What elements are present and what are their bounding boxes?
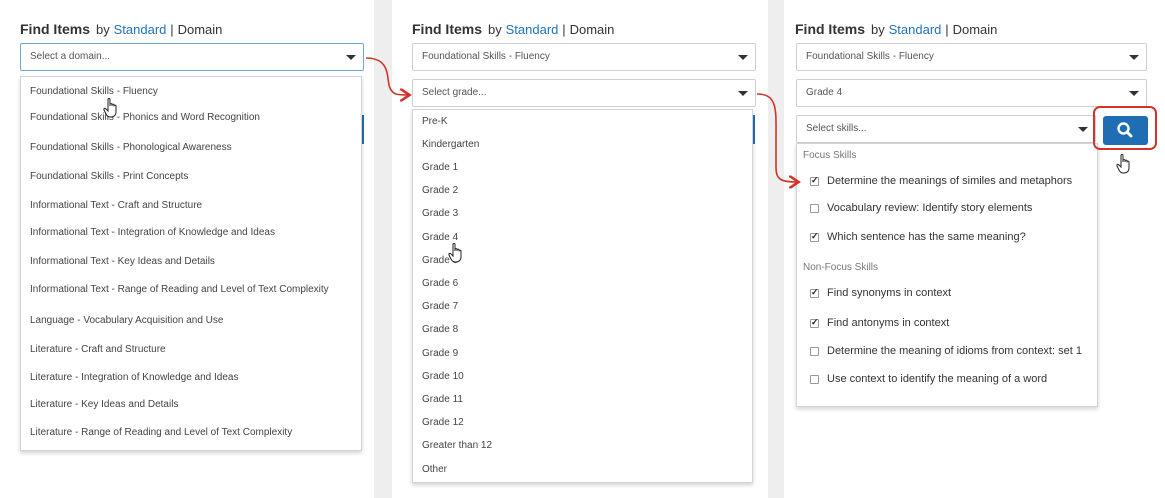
- chevron-down-icon: [1129, 91, 1139, 96]
- grade-option[interactable]: Greater than 12: [422, 440, 492, 451]
- grade-select[interactable]: Select grade...: [412, 79, 756, 107]
- grade-option[interactable]: Pre-K: [422, 116, 448, 127]
- non-focus-skills-heading: Non-Focus Skills: [803, 262, 879, 273]
- grade-option[interactable]: Grade 11: [422, 394, 463, 405]
- skill-label[interactable]: Find antonyms in context: [827, 317, 949, 329]
- domain-option[interactable]: Informational Text - Range of Reading an…: [30, 284, 329, 295]
- find-items-heading: Find Items by Standard | Domain: [412, 21, 614, 37]
- skill-label[interactable]: Vocabulary review: Identify story elemen…: [827, 202, 1032, 214]
- domain-dropdown-list: Foundational Skills - Fluency Foundationa…: [20, 76, 362, 451]
- grade-option[interactable]: Grade 12: [422, 417, 464, 428]
- domain-option[interactable]: Literature - Range of Reading and Level …: [30, 427, 292, 438]
- focus-skills-heading: Focus Skills: [803, 150, 857, 161]
- domain-select[interactable]: Foundational Skills - Fluency: [412, 43, 756, 71]
- domain-option[interactable]: Foundational Skills - Phonological Aware…: [30, 142, 232, 153]
- domain-option[interactable]: Informational Text - Key Ideas and Detai…: [30, 256, 215, 267]
- chevron-down-icon: [738, 55, 748, 60]
- skill-checkbox[interactable]: [810, 204, 819, 213]
- find-items-heading: Find Items by Standard | Domain: [795, 21, 997, 37]
- grade-select[interactable]: Grade 4: [796, 79, 1147, 107]
- domain-select-value: Foundational Skills - Fluency: [422, 51, 550, 62]
- domain-option[interactable]: Informational Text - Craft and Structure: [30, 200, 202, 211]
- domain-option[interactable]: Language - Vocabulary Acquisition and Us…: [30, 315, 223, 326]
- grade-option[interactable]: Kindergarten: [422, 139, 479, 150]
- heading-by: by: [871, 22, 885, 37]
- chevron-down-icon: [738, 91, 748, 96]
- grade-select-placeholder: Select grade...: [422, 87, 487, 98]
- grade-option[interactable]: Other: [422, 464, 447, 475]
- skill-checkbox[interactable]: [810, 287, 819, 298]
- domain-link[interactable]: Domain: [570, 22, 615, 37]
- domain-option[interactable]: Foundational Skills - Fluency: [30, 86, 158, 97]
- skill-label[interactable]: Determine the meaning of idioms from con…: [827, 345, 1082, 357]
- domain-select-value: Foundational Skills - Fluency: [806, 51, 934, 62]
- heading-text: Find Items: [412, 21, 483, 37]
- grade-option[interactable]: Grade 1: [422, 162, 458, 173]
- search-button-highlight: [1093, 106, 1157, 150]
- grade-option[interactable]: Grade 8: [422, 324, 458, 335]
- domain-link[interactable]: Domain: [953, 22, 998, 37]
- grade-option[interactable]: Grade 2: [422, 185, 458, 196]
- grade-option[interactable]: Grade 9: [422, 348, 458, 359]
- hand-pointer-icon: [1116, 154, 1130, 174]
- skill-checkbox[interactable]: [810, 347, 819, 356]
- skill-checkbox[interactable]: [810, 317, 819, 328]
- heading-separator: |: [170, 22, 174, 37]
- heading-by: by: [488, 22, 502, 37]
- skill-checkbox[interactable]: [810, 175, 819, 186]
- domain-option[interactable]: Foundational Skills - Print Concepts: [30, 171, 188, 182]
- chevron-down-icon: [1129, 55, 1139, 60]
- heading-text: Find Items: [20, 21, 91, 37]
- domain-select[interactable]: Select a domain...: [20, 43, 364, 71]
- skills-select-placeholder: Select skills...: [806, 123, 867, 134]
- domain-option[interactable]: Literature - Integration of Knowledge an…: [30, 372, 238, 383]
- chevron-down-icon: [346, 55, 356, 60]
- heading-by: by: [96, 22, 110, 37]
- grade-select-value: Grade 4: [806, 87, 843, 98]
- grade-option[interactable]: Grade 6: [422, 278, 458, 289]
- grade-option[interactable]: Grade 10: [422, 371, 464, 382]
- domain-select-placeholder: Select a domain...: [30, 51, 111, 62]
- heading-separator: |: [945, 22, 949, 37]
- skills-select[interactable]: Select skills...: [796, 115, 1096, 143]
- find-items-heading: Find Items by Standard | Domain: [20, 21, 222, 37]
- hand-pointer-icon: [448, 243, 462, 263]
- domain-option[interactable]: Literature - Key Ideas and Details: [30, 399, 178, 410]
- grade-dropdown-list: Pre-K Kindergarten Grade 1 Grade 2 Grade 3 Gr…: [412, 109, 753, 483]
- heading-text: Find Items: [795, 21, 866, 37]
- hand-pointer-icon: [103, 98, 117, 118]
- chevron-down-icon: [1078, 127, 1088, 132]
- skill-checkbox[interactable]: [810, 375, 819, 384]
- standard-link[interactable]: Standard: [889, 22, 942, 37]
- grade-option[interactable]: Grade 3: [422, 208, 458, 219]
- domain-select[interactable]: Foundational Skills - Fluency: [796, 43, 1147, 71]
- domain-option[interactable]: Informational Text - Integration of Know…: [30, 227, 275, 238]
- standard-link[interactable]: Standard: [114, 22, 167, 37]
- grade-option[interactable]: Grade 7: [422, 301, 458, 312]
- heading-separator: |: [562, 22, 566, 37]
- domain-option[interactable]: Foundational Skills - Phonics and Word R…: [30, 112, 260, 123]
- domain-link[interactable]: Domain: [178, 22, 223, 37]
- domain-option[interactable]: Literature - Craft and Structure: [30, 344, 166, 355]
- skill-label[interactable]: Find synonyms in context: [827, 287, 951, 299]
- skill-label[interactable]: Determine the meanings of similes and me…: [827, 175, 1072, 187]
- skill-checkbox[interactable]: [810, 231, 819, 242]
- skill-label[interactable]: Which sentence has the same meaning?: [827, 231, 1026, 243]
- standard-link[interactable]: Standard: [506, 22, 559, 37]
- skill-label[interactable]: Use context to identify the meaning of a…: [827, 373, 1047, 385]
